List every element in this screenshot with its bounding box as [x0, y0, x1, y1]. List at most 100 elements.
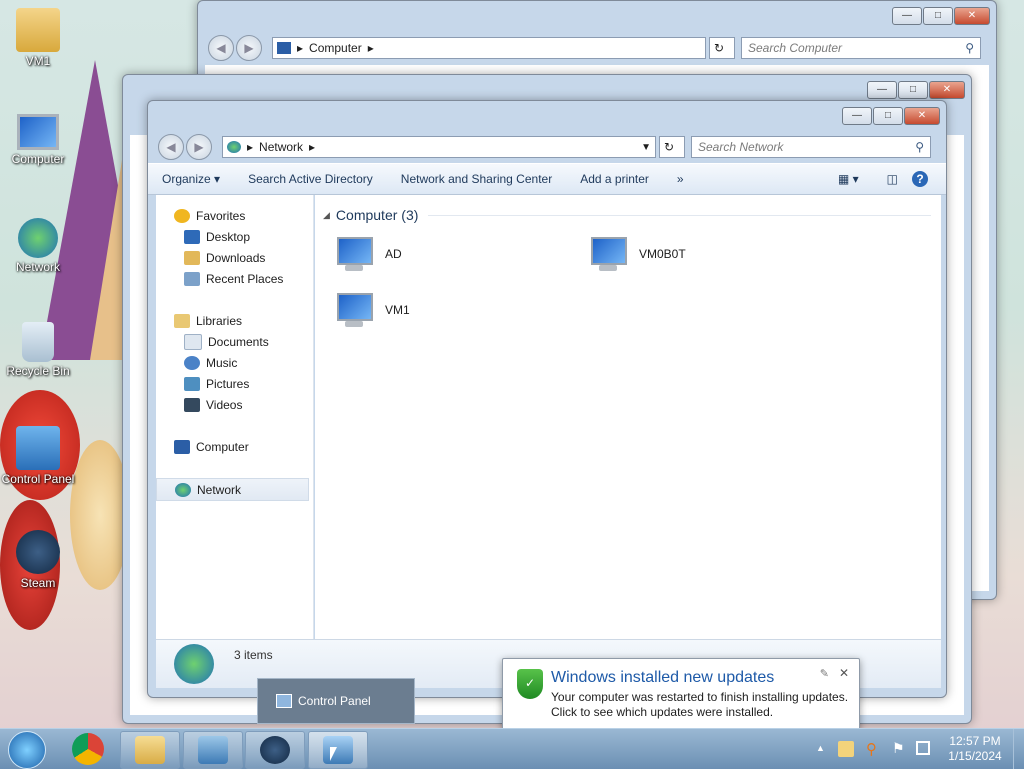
start-button[interactable]: [8, 731, 46, 769]
desktop-icon-recycle-bin[interactable]: Recycle Bin: [0, 322, 76, 378]
desktop-icon-label: Steam: [20, 576, 56, 590]
search-input[interactable]: Search Computer ⚲: [741, 37, 981, 59]
network-computer-item[interactable]: VM0B0T: [587, 235, 686, 273]
forward-button[interactable]: ▶: [186, 134, 212, 160]
search-active-directory-button[interactable]: Search Active Directory: [234, 172, 387, 186]
nav-favorites[interactable]: Favorites: [156, 205, 313, 226]
options-icon[interactable]: ✎: [820, 667, 829, 680]
search-icon: ⚲: [965, 41, 974, 55]
minimize-button[interactable]: —: [892, 7, 922, 25]
content-pane: ◢ Computer (3) AD VM0B0T VM1: [315, 195, 941, 639]
maximize-button[interactable]: □: [923, 7, 953, 25]
desktop-icon-network[interactable]: Network: [0, 218, 76, 274]
checkmark-icon: [198, 736, 228, 764]
maximize-button[interactable]: □: [873, 107, 903, 125]
chevron-right-icon: ▸: [247, 140, 254, 154]
music-icon: [184, 355, 200, 370]
nav-music[interactable]: Music: [156, 352, 313, 373]
show-hidden-icons-button[interactable]: ▲: [816, 743, 825, 753]
forward-button[interactable]: ▶: [236, 35, 262, 61]
network-sharing-center-button[interactable]: Network and Sharing Center: [387, 172, 566, 186]
back-button[interactable]: ◀: [208, 35, 234, 61]
more-commands-button[interactable]: »: [663, 172, 698, 186]
libraries-icon: [174, 313, 190, 328]
close-button[interactable]: ✕: [904, 107, 940, 125]
close-button[interactable]: ✕: [929, 81, 965, 99]
refresh-button[interactable]: ↻: [659, 136, 685, 158]
preview-pane-button[interactable]: ◫: [873, 172, 912, 186]
desktop-icon-steam[interactable]: Steam: [0, 530, 76, 590]
nav-pictures[interactable]: Pictures: [156, 373, 313, 394]
organize-menu[interactable]: Organize ▾: [148, 172, 234, 186]
desktop-icon-label: Control Panel: [1, 472, 75, 486]
nav-documents[interactable]: Documents: [156, 331, 313, 352]
network-icon: [175, 482, 191, 497]
address-bar[interactable]: ▸ Network ▸ ▼: [222, 136, 656, 158]
minimize-button[interactable]: —: [842, 107, 872, 125]
nav-videos[interactable]: Videos: [156, 394, 313, 415]
collapse-arrow-icon: ◢: [323, 209, 330, 220]
control-panel-icon: [16, 426, 60, 470]
update-notification[interactable]: ✓ Windows installed new updates Your com…: [502, 658, 860, 730]
nav-computer[interactable]: Computer: [156, 436, 313, 457]
explorer-taskbar-button[interactable]: [120, 731, 180, 769]
network-computer-item[interactable]: AD: [333, 235, 402, 273]
group-header[interactable]: ◢ Computer (3): [323, 207, 931, 223]
steam-taskbar-button[interactable]: [245, 731, 305, 769]
chrome-taskbar-button[interactable]: [72, 733, 104, 765]
nav-downloads[interactable]: Downloads: [156, 247, 313, 268]
user-folder-icon: [16, 8, 60, 52]
steam-icon: [260, 736, 290, 764]
windows-update-tray-icon[interactable]: [838, 741, 854, 757]
desktop-icon-vm1[interactable]: VM1: [0, 8, 76, 68]
help-icon[interactable]: ?: [912, 171, 928, 187]
chevron-down-icon[interactable]: ▼: [641, 142, 651, 153]
nav-libraries[interactable]: Libraries: [156, 310, 313, 331]
control-panel-icon: [323, 736, 353, 764]
nav-desktop[interactable]: Desktop: [156, 226, 313, 247]
checklist-taskbar-button[interactable]: [183, 731, 243, 769]
close-button[interactable]: ✕: [954, 7, 990, 25]
address-text: Computer: [309, 41, 362, 55]
address-text: Network: [259, 140, 304, 154]
notification-line-1: Your computer was restarted to finish in…: [551, 690, 849, 704]
desktop-icon-computer[interactable]: Computer: [0, 114, 76, 166]
window-controls: — □ ✕: [867, 81, 965, 99]
network-icon: [174, 644, 214, 684]
minimize-button[interactable]: —: [867, 81, 897, 99]
nav-network[interactable]: Network: [156, 478, 309, 501]
search-tray-icon[interactable]: ⚲: [866, 740, 877, 758]
notification-title: Windows installed new updates: [551, 669, 775, 686]
control-panel-taskbar-button[interactable]: [308, 731, 368, 769]
chevron-right-icon: ▸: [297, 41, 304, 55]
clock[interactable]: 12:57 PM 1/15/2024: [940, 734, 1010, 764]
maximize-button[interactable]: □: [898, 81, 928, 99]
window-controls: — □ ✕: [842, 107, 940, 125]
action-center-flag-icon[interactable]: ⚑: [892, 740, 905, 757]
refresh-button[interactable]: ↻: [709, 37, 735, 59]
thumbnail-label: Control Panel: [298, 694, 371, 708]
star-icon: [174, 208, 190, 223]
desktop-icon-label: Network: [15, 260, 60, 274]
network-tray-icon[interactable]: [916, 741, 930, 755]
address-bar[interactable]: ▸ Computer ▸: [272, 37, 706, 59]
desktop-icon-control-panel[interactable]: Control Panel: [0, 426, 76, 486]
network-computer-item[interactable]: VM1: [333, 291, 410, 329]
documents-icon: [184, 333, 202, 350]
add-printer-button[interactable]: Add a printer: [566, 172, 663, 186]
mouse-cursor-icon: [330, 747, 337, 761]
back-button[interactable]: ◀: [158, 134, 184, 160]
view-options-button[interactable]: ▦ ▾: [824, 172, 873, 186]
computer-icon: [333, 235, 375, 273]
command-bar: Organize ▾ Search Active Directory Netwo…: [148, 163, 946, 195]
nav-recent-places[interactable]: Recent Places: [156, 268, 313, 289]
chevron-right-icon: ▸: [309, 140, 316, 154]
navigation-pane: Favorites Desktop Downloads Recent Place…: [156, 195, 314, 639]
search-input[interactable]: Search Network ⚲: [691, 136, 931, 158]
desktop-icon-label: VM1: [25, 54, 51, 68]
taskbar-thumbnail[interactable]: Control Panel: [257, 678, 415, 724]
close-icon[interactable]: ✕: [839, 666, 849, 680]
control-panel-icon: [276, 694, 292, 708]
window-controls: — □ ✕: [892, 7, 990, 25]
show-desktop-button[interactable]: [1013, 729, 1024, 769]
